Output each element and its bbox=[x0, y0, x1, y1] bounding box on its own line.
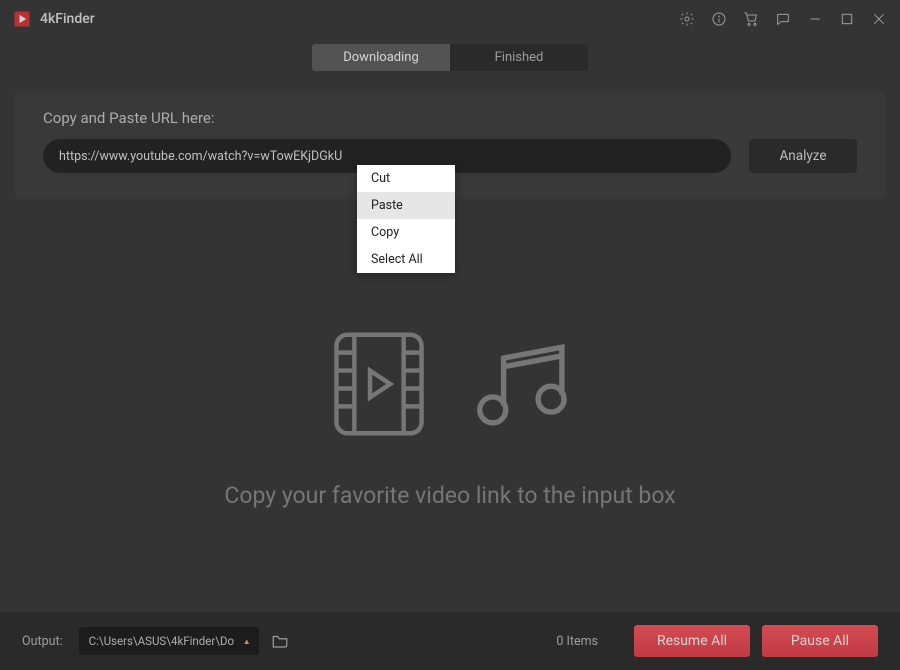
analyze-button[interactable]: Analyze bbox=[749, 139, 857, 173]
ctx-paste[interactable]: Paste bbox=[357, 192, 455, 219]
main-tabs: Downloading Finished bbox=[312, 44, 588, 71]
caret-up-icon: ▲ bbox=[243, 637, 251, 646]
ctx-cut[interactable]: Cut bbox=[357, 165, 455, 192]
close-icon[interactable] bbox=[870, 10, 888, 28]
feedback-icon[interactable] bbox=[774, 10, 792, 28]
folder-open-icon[interactable] bbox=[271, 632, 289, 650]
app-logo-icon bbox=[12, 9, 32, 29]
context-menu: Cut Paste Copy Select All bbox=[357, 165, 455, 273]
video-icon bbox=[323, 320, 435, 448]
tab-finished[interactable]: Finished bbox=[450, 44, 588, 71]
output-path-text: C:\Users\ASUS\4kFinder\Do bbox=[89, 634, 234, 648]
output-label: Output: bbox=[22, 634, 63, 649]
ctx-select-all[interactable]: Select All bbox=[357, 246, 455, 273]
titlebar: 4kFinder bbox=[0, 0, 900, 38]
footer: Output: C:\Users\ASUS\4kFinder\Do ▲ 0 It… bbox=[0, 612, 900, 670]
settings-icon[interactable] bbox=[678, 10, 696, 28]
items-count: 0 Items bbox=[556, 634, 598, 649]
output-path-select[interactable]: C:\Users\ASUS\4kFinder\Do ▲ bbox=[79, 627, 259, 655]
tab-downloading[interactable]: Downloading bbox=[312, 44, 450, 71]
info-icon[interactable] bbox=[710, 10, 728, 28]
cart-icon[interactable] bbox=[742, 10, 760, 28]
placeholder-icons bbox=[323, 320, 577, 448]
minimize-icon[interactable] bbox=[806, 10, 824, 28]
music-icon bbox=[469, 330, 577, 438]
pause-all-button[interactable]: Pause All bbox=[762, 625, 878, 657]
placeholder-text: Copy your favorite video link to the inp… bbox=[224, 482, 675, 509]
ctx-copy[interactable]: Copy bbox=[357, 219, 455, 246]
resume-all-button[interactable]: Resume All bbox=[634, 625, 750, 657]
app-title: 4kFinder bbox=[40, 11, 95, 27]
maximize-icon[interactable] bbox=[838, 10, 856, 28]
url-label: Copy and Paste URL here: bbox=[43, 109, 857, 127]
